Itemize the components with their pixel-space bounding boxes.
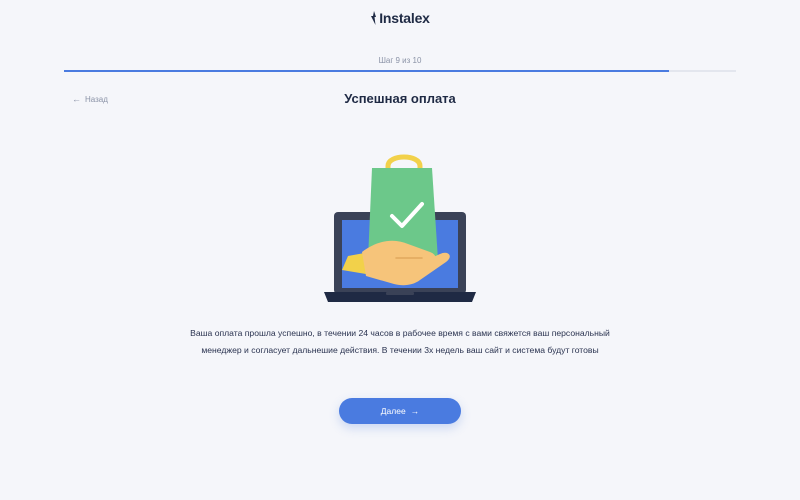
logo[interactable]: Instalex	[0, 10, 800, 28]
header: Instalex	[0, 0, 800, 40]
arrow-right-icon: →	[410, 406, 420, 416]
success-message: Ваша оплата прошла успешно, в течении 24…	[190, 328, 610, 355]
page-title: Успешная оплата	[344, 91, 456, 106]
logo-icon	[370, 11, 378, 28]
progress-bar	[64, 70, 736, 72]
step-indicator: Шаг 9 из 10	[378, 56, 422, 65]
logo-text: Instalex	[379, 10, 430, 26]
progress-bar-fill	[64, 70, 669, 72]
payment-success-illustration	[322, 148, 478, 306]
next-label: Далее	[380, 406, 406, 416]
next-button[interactable]: Далее →	[339, 398, 461, 424]
